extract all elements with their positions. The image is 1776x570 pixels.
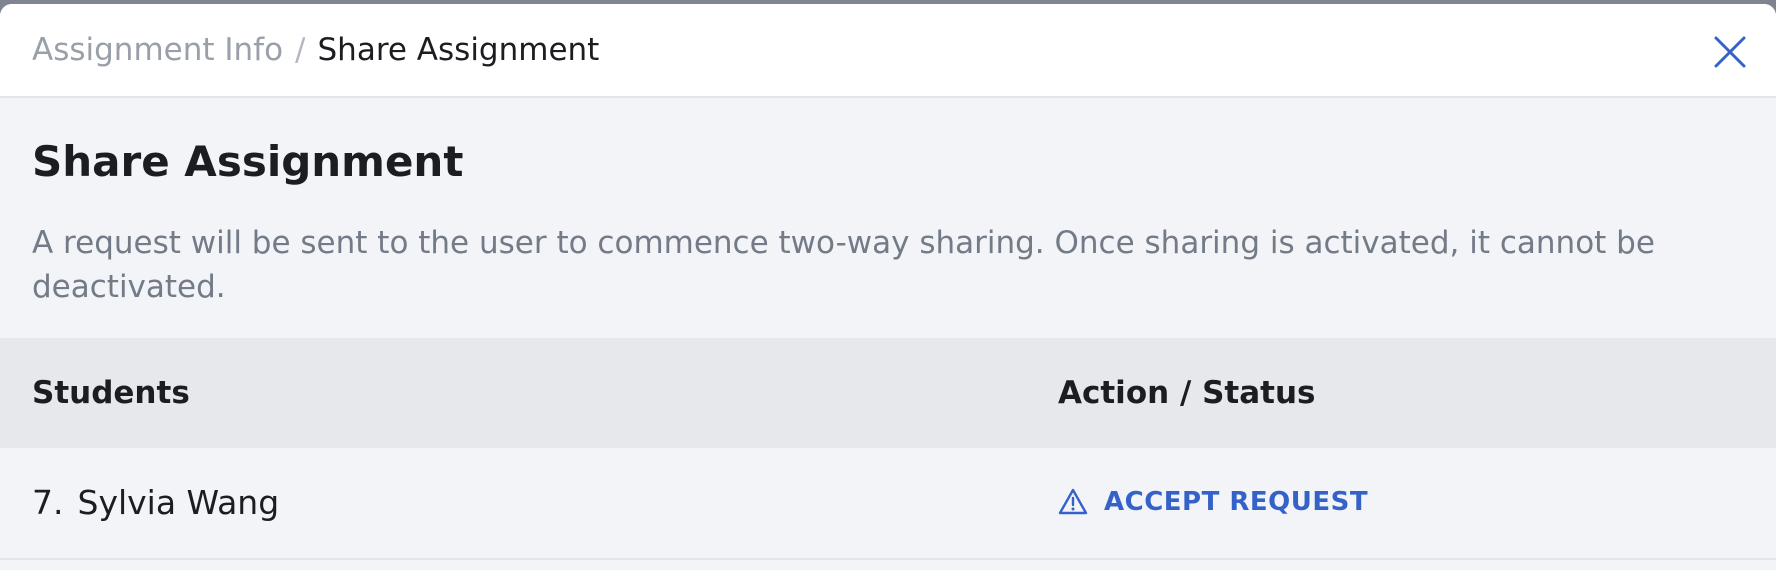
breadcrumb-assignment-info[interactable]: Assignment Info — [32, 32, 283, 68]
accept-request-button[interactable]: ACCEPT REQUEST — [1058, 480, 1368, 524]
share-assignment-modal: Assignment Info / Share Assignment Share A… — [0, 4, 1776, 570]
breadcrumb-current: Share Assignment — [317, 32, 600, 68]
table-header: Students Action / Status — [0, 338, 1776, 448]
column-header-students: Students — [32, 375, 190, 411]
modal-header: Assignment Info / Share Assignment — [0, 4, 1776, 98]
table-row: 7. Sylvia Wang ACCEPT REQUEST — [0, 448, 1776, 560]
students-table: Students Action / Status 7. Sylvia Wang A… — [0, 338, 1776, 560]
sharing-description: A request will be sent to the user to co… — [32, 225, 1655, 305]
column-header-action-status: Action / Status — [1058, 375, 1316, 411]
breadcrumb-separator: / — [295, 32, 306, 68]
warning-icon — [1058, 488, 1088, 515]
student-cell: 7. Sylvia Wang — [32, 482, 279, 524]
page-title: Share Assignment — [32, 137, 464, 186]
close-icon — [1714, 36, 1746, 68]
student-index: 7. — [32, 483, 64, 522]
breadcrumb: Assignment Info / Share Assignment — [32, 30, 599, 70]
close-button[interactable] — [1710, 32, 1750, 72]
student-name: Sylvia Wang — [77, 483, 280, 522]
accept-request-label: ACCEPT REQUEST — [1104, 487, 1369, 517]
